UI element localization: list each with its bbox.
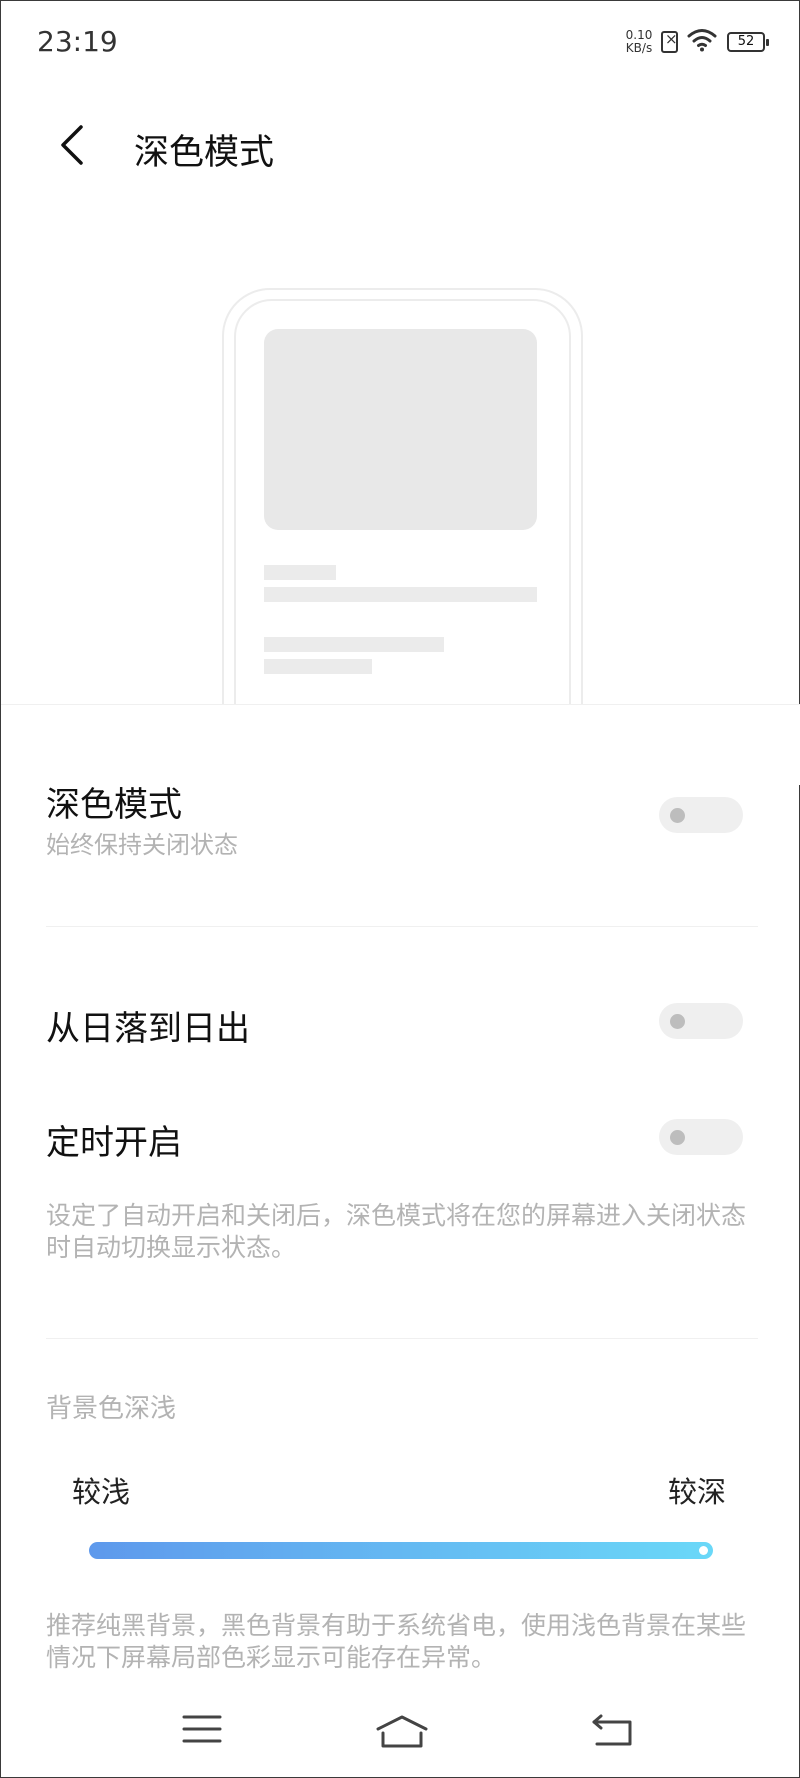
toggle-knob [670, 1130, 685, 1145]
background-depth-slider[interactable] [89, 1542, 713, 1559]
back-icon[interactable] [591, 1713, 633, 1747]
toggle-knob [670, 808, 685, 823]
network-speed: 0.10 KB/s [622, 29, 656, 55]
back-arrow-icon[interactable] [53, 123, 97, 167]
dark-mode-label: 深色模式 [46, 785, 182, 825]
scheduled-on-label: 定时开启 [46, 1123, 182, 1163]
home-icon[interactable] [375, 1713, 429, 1749]
dark-mode-status: 始终保持关闭状态 [46, 831, 238, 859]
schedule-note: 设定了自动开启和关闭后，深色模式将在您的屏幕进入关闭状态时自动切换显示状态。 [46, 1201, 747, 1262]
preview-image-placeholder [264, 329, 537, 530]
battery-icon: 52 [727, 32, 769, 52]
dark-mode-row[interactable]: 深色模式 始终保持关闭状态 [1, 771, 800, 871]
status-time: 23:19 [37, 25, 118, 58]
scheduled-on-toggle[interactable] [659, 1119, 743, 1155]
preview-text-line [264, 587, 537, 602]
toggle-knob [670, 1014, 685, 1029]
background-depth-note: 推荐纯黑背景，黑色背景有助于系统省电，使用浅色背景在某些情况下屏幕局部色彩显示可… [46, 1611, 747, 1672]
slider-max-label: 较深 [668, 1475, 727, 1509]
scheduled-on-row[interactable]: 定时开启 [1, 1107, 800, 1167]
menu-icon[interactable] [182, 1713, 222, 1745]
sunset-to-sunrise-toggle[interactable] [659, 1003, 743, 1039]
divider [46, 926, 758, 927]
background-depth-slider-thumb[interactable] [699, 1546, 708, 1555]
page-title: 深色模式 [134, 133, 275, 173]
dark-mode-toggle[interactable] [659, 797, 743, 833]
network-speed-unit: KB/s [625, 41, 653, 55]
wifi-icon [687, 29, 717, 52]
slider-min-label: 较浅 [72, 1475, 131, 1509]
sunset-to-sunrise-label: 从日落到日出 [46, 1009, 250, 1049]
no-sim-icon [661, 30, 678, 53]
sunset-to-sunrise-row[interactable]: 从日落到日出 [1, 991, 800, 1051]
preview-text-line [264, 637, 444, 652]
preview-text-line [264, 565, 336, 580]
divider [46, 1338, 758, 1339]
preview-text-line [264, 659, 372, 674]
background-depth-section-title: 背景色深浅 [46, 1394, 177, 1424]
